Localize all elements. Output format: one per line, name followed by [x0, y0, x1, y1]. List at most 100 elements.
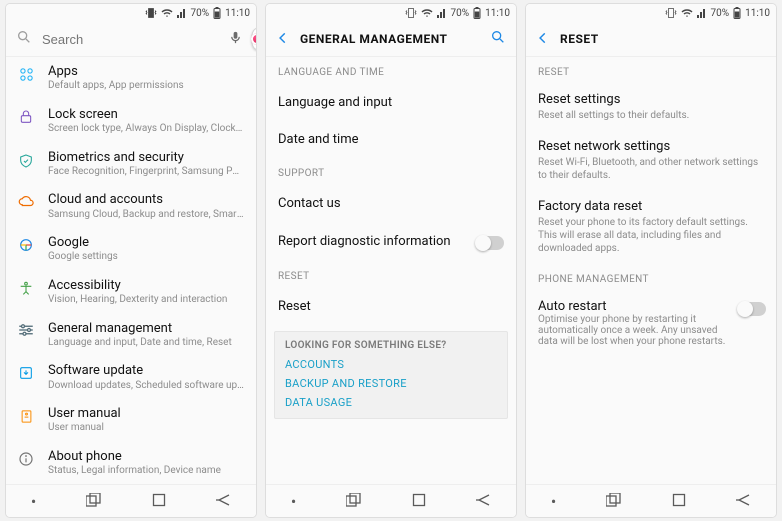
row-reset[interactable]: Reset	[266, 288, 516, 325]
general-icon	[16, 321, 36, 337]
nav-recents-icon[interactable]	[86, 492, 102, 511]
nav-bar: •	[526, 484, 776, 517]
search-bar[interactable]	[6, 22, 256, 57]
search-icon[interactable]	[490, 29, 506, 49]
row-title: Reset network settings	[538, 139, 764, 156]
row-date-time[interactable]: Date and time	[266, 121, 516, 158]
section-language-time: LANGUAGE AND TIME	[266, 57, 516, 84]
nav-recents-icon[interactable]	[606, 492, 622, 511]
wifi-icon	[421, 7, 433, 19]
settings-item-manual[interactable]: User manualUser manual	[6, 399, 256, 442]
nav-back-icon[interactable]	[735, 492, 751, 511]
nav-home-icon[interactable]	[412, 492, 426, 511]
nav-menu-icon[interactable]: •	[31, 492, 36, 511]
item-subtitle: Google settings	[48, 251, 244, 264]
item-title: General management	[48, 321, 244, 337]
item-subtitle: Status, Legal information, Device name	[48, 465, 244, 478]
row-description: Reset all settings to their defaults.	[538, 109, 764, 122]
apps-icon	[16, 64, 36, 83]
nav-menu-icon[interactable]: •	[551, 492, 556, 511]
google-icon	[16, 235, 36, 253]
item-subtitle: Download updates, Scheduled software upd…	[48, 380, 244, 393]
battery-percent: 70%	[191, 8, 210, 19]
item-title: Cloud and accounts	[48, 192, 244, 208]
header-bar: RESET	[526, 22, 776, 57]
signal-icon	[177, 8, 187, 18]
lockscreen-icon	[16, 107, 36, 125]
suggestions-header: LOOKING FOR SOMETHING ELSE?	[285, 340, 497, 351]
settings-item-apps[interactable]: AppsDefault apps, App permissions	[6, 57, 256, 100]
section-support: SUPPORT	[266, 158, 516, 185]
search-input[interactable]	[40, 31, 220, 48]
content-scroll: RESET Reset settings Reset all settings …	[526, 57, 776, 484]
row-label: Reset	[278, 299, 504, 314]
a11y-icon	[16, 278, 36, 298]
header-bar: GENERAL MANAGEMENT	[266, 22, 516, 57]
settings-item-lockscreen[interactable]: Lock screenScreen lock type, Always On D…	[6, 100, 256, 143]
battery-icon	[213, 7, 221, 19]
mic-icon[interactable]	[228, 30, 243, 49]
settings-item-swupdate[interactable]: Software updateDownload updates, Schedul…	[6, 356, 256, 399]
nav-home-icon[interactable]	[152, 492, 166, 511]
nav-back-icon[interactable]	[475, 492, 491, 511]
battery-percent: 70%	[451, 8, 470, 19]
screen-settings-root: 70% 11:10 AppsDefault apps, App permissi…	[6, 4, 256, 517]
swupdate-icon	[16, 363, 36, 381]
nav-back-icon[interactable]	[215, 492, 231, 511]
settings-item-about[interactable]: About phoneStatus, Legal information, De…	[6, 442, 256, 484]
row-title: Reset settings	[538, 92, 764, 109]
settings-item-a11y[interactable]: AccessibilityVision, Hearing, Dexterity …	[6, 271, 256, 314]
settings-item-general[interactable]: General managementLanguage and input, Da…	[6, 314, 256, 357]
row-report-diagnostic[interactable]: Report diagnostic information	[266, 222, 516, 261]
bixby-button[interactable]	[251, 28, 256, 50]
section-reset: RESET	[526, 57, 776, 84]
content-scroll: LANGUAGE AND TIME Language and input Dat…	[266, 57, 516, 484]
settings-item-cloud[interactable]: Cloud and accountsSamsung Cloud, Backup …	[6, 185, 256, 228]
wifi-icon	[161, 7, 173, 19]
status-time: 11:10	[485, 8, 510, 19]
suggestion-link-accounts[interactable]: ACCOUNTS	[285, 355, 497, 374]
row-contact-us[interactable]: Contact us	[266, 185, 516, 222]
row-label: Contact us	[278, 196, 504, 211]
row-auto-restart[interactable]: Auto restart Optimise your phone by rest…	[526, 291, 776, 356]
toggle-diagnostic[interactable]	[476, 236, 504, 250]
item-title: Biometrics and security	[48, 150, 244, 166]
back-icon[interactable]	[276, 30, 290, 49]
settings-item-google[interactable]: GoogleGoogle settings	[6, 228, 256, 271]
row-description: Reset Wi-Fi, Bluetooth, and other networ…	[538, 156, 764, 182]
item-subtitle: Default apps, App permissions	[48, 80, 244, 93]
wifi-icon	[681, 7, 693, 19]
screen-general-management: 70% 11:10 GENERAL MANAGEMENT LANGUAGE AN…	[266, 4, 516, 517]
nav-recents-icon[interactable]	[346, 492, 362, 511]
signal-icon	[697, 8, 707, 18]
nav-menu-icon[interactable]: •	[291, 492, 296, 511]
suggestions-box: LOOKING FOR SOMETHING ELSE? ACCOUNTS BAC…	[274, 331, 508, 419]
row-factory-reset[interactable]: Factory data reset Reset your phone to i…	[526, 191, 776, 264]
nav-bar: •	[6, 484, 256, 517]
suggestion-link-backup[interactable]: BACKUP AND RESTORE	[285, 374, 497, 393]
item-title: Accessibility	[48, 278, 244, 294]
item-title: Lock screen	[48, 107, 244, 123]
battery-percent: 70%	[711, 8, 730, 19]
item-title: Apps	[48, 64, 244, 80]
row-language-input[interactable]: Language and input	[266, 84, 516, 121]
item-subtitle: Vision, Hearing, Dexterity and interacti…	[48, 294, 244, 307]
status-bar: 70% 11:10	[266, 4, 516, 22]
about-icon	[16, 449, 36, 467]
item-title: Software update	[48, 363, 244, 379]
row-reset-network[interactable]: Reset network settings Reset Wi-Fi, Blue…	[526, 131, 776, 191]
settings-item-biometrics[interactable]: Biometrics and securityFace Recognition,…	[6, 143, 256, 186]
status-bar: 70% 11:10	[526, 4, 776, 22]
item-subtitle: Language and input, Date and time, Reset	[48, 337, 244, 350]
status-time: 11:10	[745, 8, 770, 19]
nav-home-icon[interactable]	[672, 492, 686, 511]
back-icon[interactable]	[536, 30, 550, 49]
row-reset-settings[interactable]: Reset settings Reset all settings to the…	[526, 84, 776, 131]
suggestion-link-data-usage[interactable]: DATA USAGE	[285, 393, 497, 412]
row-label: Report diagnostic information	[278, 234, 476, 249]
row-label: Language and input	[278, 95, 504, 110]
item-subtitle: Face Recognition, Fingerprint, Samsung P…	[48, 166, 244, 179]
toggle-auto-restart[interactable]	[738, 302, 766, 316]
screen-reset: 70% 11:10 RESET RESET Reset settings Res…	[526, 4, 776, 517]
battery-icon	[733, 7, 741, 19]
